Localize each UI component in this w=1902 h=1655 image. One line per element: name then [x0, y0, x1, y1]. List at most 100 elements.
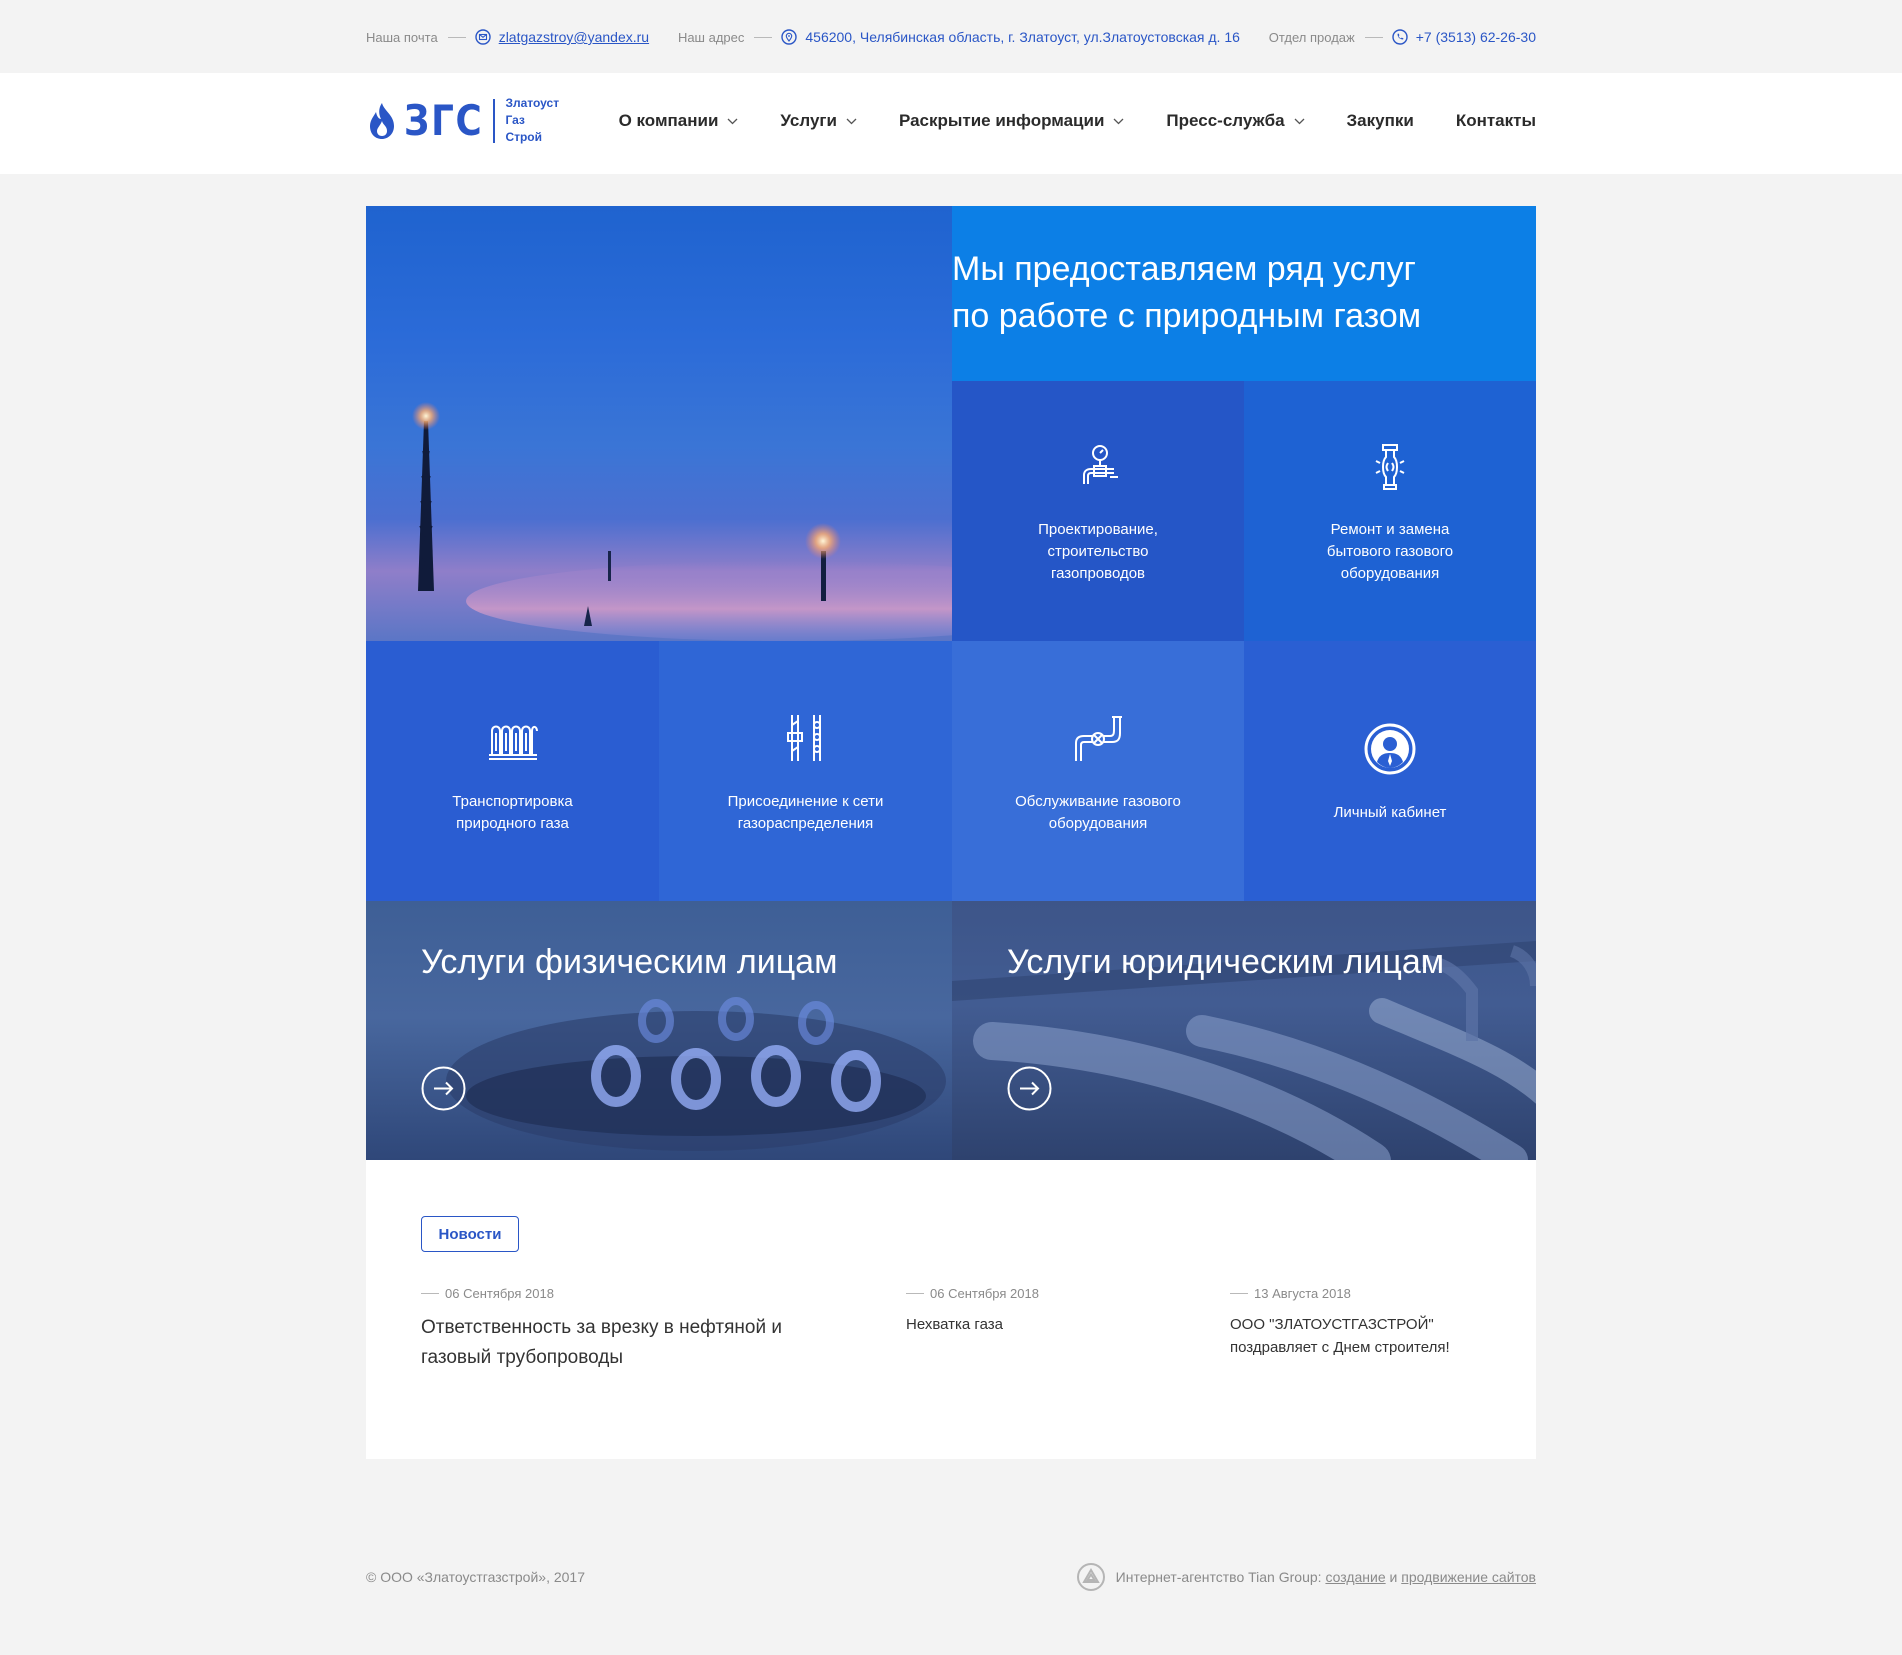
- nav-item-disclosure[interactable]: Раскрытие информации: [899, 111, 1124, 131]
- nav-item-about[interactable]: О компании: [619, 111, 739, 131]
- service-tile-repair[interactable]: Ремонт и замена бытового газового оборуд…: [1244, 381, 1536, 641]
- news-date: 13 Августа 2018: [1230, 1286, 1500, 1301]
- mail-icon: [474, 29, 491, 45]
- arrow-right-icon[interactable]: [421, 1066, 466, 1111]
- logo-line-1: Златоуст: [505, 96, 560, 110]
- promo-title: Услуги юридическим лицам: [1007, 943, 1445, 981]
- services-section: Мы предоставляем ряд услуг по работе с п…: [366, 206, 1536, 1160]
- hero-title: Мы предоставляем ряд услуг по работе с п…: [952, 246, 1492, 340]
- phone-icon: [1392, 29, 1408, 45]
- divider: [906, 1293, 924, 1294]
- service-tile-connection[interactable]: Присоединение к сети газораспределения: [659, 641, 952, 901]
- logo-line-3: Строй: [505, 130, 543, 144]
- news-date-text: 06 Сентября 2018: [445, 1286, 554, 1301]
- news-date-text: 06 Сентября 2018: [930, 1286, 1039, 1301]
- agency-text: Интернет-агентство Tian Group:: [1115, 1569, 1322, 1585]
- gas-tanks-icon: [488, 725, 538, 760]
- tile-label-line: Ремонт и замена: [1330, 521, 1450, 538]
- news-title-line: Нехватка газа: [906, 1316, 1003, 1333]
- nav-item-purchases[interactable]: Закупки: [1347, 111, 1414, 131]
- news-title-line: газовый трубопроводы: [421, 1347, 623, 1368]
- tile-label-line: газораспределения: [737, 815, 874, 832]
- agency-link-promote[interactable]: продвижение сайтов: [1401, 1569, 1536, 1585]
- tile-label: Проектирование, строительство газопровод…: [972, 519, 1224, 585]
- nav-item-services[interactable]: Услуги: [780, 111, 857, 131]
- news-title[interactable]: Нехватка газа: [906, 1313, 1166, 1336]
- site-footer: © ООО «Златоустгазстрой», 2017 Интернет-…: [366, 1562, 1536, 1592]
- copyright: © ООО «Златоустгазстрой», 2017: [366, 1569, 585, 1585]
- site-logo[interactable]: ЗГС Златоуст Газ Строй: [366, 95, 559, 146]
- sales-phone[interactable]: +7 (3513) 62-26-30: [1416, 29, 1536, 45]
- mail-link[interactable]: zlatgazstroy@yandex.ru: [499, 29, 649, 45]
- divider: [1230, 1293, 1248, 1294]
- pipelines-image: [952, 941, 1536, 1160]
- news-title-line: поздравляет с Днем строителя!: [1230, 1339, 1450, 1356]
- tile-label-line: Обслуживание газового: [1015, 793, 1181, 810]
- news-section: Новости 06 Сентября 2018 Ответственность…: [366, 1160, 1536, 1459]
- promo-businesses[interactable]: Услуги юридическим лицам: [952, 901, 1536, 1160]
- chevron-down-icon: [846, 118, 857, 124]
- news-date: 06 Сентября 2018: [906, 1286, 1166, 1301]
- nav-label: Пресс-служба: [1166, 111, 1285, 130]
- news-button[interactable]: Новости: [421, 1216, 519, 1252]
- promo-individuals[interactable]: Услуги физическим лицам: [366, 901, 952, 1160]
- service-tile-cabinet[interactable]: Личный кабинет: [1244, 641, 1536, 901]
- hero-title-line-2: по работе с природным газом: [952, 297, 1422, 335]
- nav-label: Закупки: [1346, 111, 1414, 130]
- news-title[interactable]: ООО "ЗЛАТОУСТГАЗСТРОЙ" поздравляет с Дне…: [1230, 1313, 1500, 1359]
- nav-item-contacts[interactable]: Контакты: [1456, 111, 1536, 131]
- tile-label: Личный кабинет: [1264, 802, 1516, 824]
- user-cabinet-icon: [1364, 723, 1416, 775]
- news-title-line: ООО "ЗЛАТОУСТГАЗСТРОЙ": [1230, 1316, 1434, 1333]
- service-tile-transport[interactable]: Транспортировка природного газа: [366, 641, 659, 901]
- logo-line-2: Газ: [505, 113, 525, 127]
- service-tile-maintenance[interactable]: Обслуживание газового оборудования: [952, 641, 1244, 901]
- news-title[interactable]: Ответственность за врезку в нефтяной и г…: [421, 1313, 841, 1373]
- contact-sales: Отдел продаж +7 (3513) 62-26-30: [1269, 29, 1536, 45]
- chevron-down-icon: [1113, 118, 1124, 124]
- promo-title: Услуги физическим лицам: [421, 943, 838, 981]
- gas-flare-towers-image: [412, 402, 952, 641]
- tile-label-line: Личный кабинет: [1333, 804, 1447, 821]
- agency-and: и: [1389, 1569, 1398, 1585]
- contact-address: Наш адрес 456200, Челябинская область, г…: [678, 29, 1240, 45]
- tile-label: Ремонт и замена бытового газового оборуд…: [1264, 519, 1516, 585]
- news-title-line: Ответственность за врезку в нефтяной и: [421, 1317, 782, 1338]
- flame-icon: [370, 102, 394, 139]
- agency-credit: Интернет-агентство Tian Group: создание …: [1076, 1562, 1536, 1592]
- divider: [447, 36, 466, 38]
- divider: [1364, 36, 1383, 38]
- address-label: Наш адрес: [677, 29, 745, 45]
- sales-label: Отдел продаж: [1268, 29, 1355, 45]
- news-item[interactable]: 06 Сентября 2018 Нехватка газа: [906, 1286, 1166, 1336]
- tile-label: Транспортировка природного газа: [386, 791, 639, 835]
- pipe-connection-icon: [786, 715, 821, 761]
- mail-label: Наша почта: [366, 29, 438, 45]
- logo-mark: ЗГС: [404, 95, 484, 145]
- nav-label: О компании: [618, 111, 719, 130]
- news-item[interactable]: 06 Сентября 2018 Ответственность за врез…: [421, 1286, 841, 1373]
- nav-label: Контакты: [1455, 111, 1536, 130]
- nav-label: Услуги: [780, 111, 837, 130]
- news-date: 06 Сентября 2018: [421, 1286, 841, 1301]
- service-tile-design[interactable]: Проектирование, строительство газопровод…: [952, 381, 1244, 641]
- gas-burner-image: [446, 997, 946, 1151]
- location-pin-icon: [781, 29, 798, 45]
- arrow-right-icon[interactable]: [1007, 1066, 1052, 1111]
- tile-label-line: Транспортировка: [452, 793, 573, 810]
- tile-label-line: оборудования: [1048, 815, 1148, 832]
- chevron-down-icon: [1294, 118, 1304, 124]
- logo-separator: [493, 98, 496, 143]
- logo-text: Златоуст Газ Строй: [505, 95, 559, 146]
- nav-item-press[interactable]: Пресс-служба: [1166, 111, 1304, 131]
- tile-label-line: Присоединение к сети: [727, 793, 884, 810]
- agency-link-create[interactable]: создание: [1325, 1569, 1385, 1585]
- top-contact-bar: Наша почта zlatgazstroy@yandex.ru Наш ад…: [0, 0, 1902, 73]
- hero-photo: [366, 206, 952, 641]
- tile-label-line: Проектирование,: [1038, 521, 1158, 538]
- tile-label-line: строительство: [1047, 543, 1149, 560]
- nav-label: Раскрытие информации: [898, 111, 1105, 130]
- chevron-down-icon: [727, 118, 738, 124]
- news-item[interactable]: 13 Августа 2018 ООО "ЗЛАТОУСТГАЗСТРОЙ" п…: [1230, 1286, 1500, 1359]
- tile-label-line: бытового газового: [1326, 543, 1454, 560]
